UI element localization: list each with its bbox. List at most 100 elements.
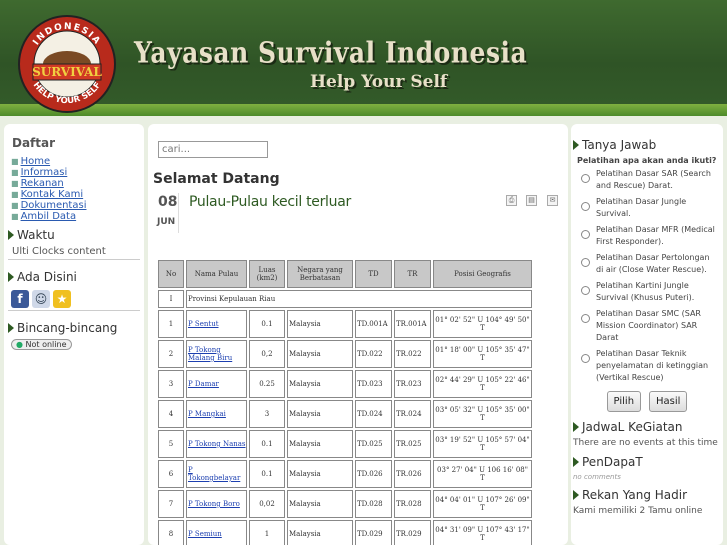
island-link[interactable]: P Tokongbelayar <box>188 466 240 482</box>
star-icon[interactable]: ★ <box>53 290 71 308</box>
cell-td: TD.001A <box>355 310 392 338</box>
chat-status-badge[interactable]: ● Not online <box>11 339 72 350</box>
table-row: 2 P Tokong Malang Biru 0,2 Malaysia TD.0… <box>158 340 532 368</box>
results-button[interactable]: Hasil <box>649 391 688 412</box>
bullet-icon: ■ <box>11 212 19 221</box>
search-input[interactable] <box>158 141 268 158</box>
cell-luas: 0.1 <box>249 430 285 458</box>
poll-option[interactable]: Pelatihan Dasar MFR (Medical First Respo… <box>571 223 723 251</box>
island-link[interactable]: P Mangkai <box>188 410 226 418</box>
cell-luas: 0.1 <box>249 460 285 488</box>
waktu-heading: Waktu <box>4 228 144 242</box>
site-logo[interactable]: INDONESIA HELP YOUR SELF SURVIVAL <box>18 14 116 114</box>
article-title[interactable]: Pulau-Pulau kecil terluar <box>189 194 351 210</box>
triangle-icon <box>8 323 14 333</box>
radio-button[interactable] <box>581 174 590 183</box>
cell-luas: 0,2 <box>249 340 285 368</box>
smiley-icon[interactable]: ☺ <box>32 290 50 308</box>
cell-pos: 02° 44' 29" U 105° 22' 46" T <box>433 370 532 398</box>
col-header: TD <box>355 260 392 288</box>
cell-negara: Malaysia <box>287 460 353 488</box>
menu-link[interactable]: Home <box>21 156 51 167</box>
triangle-icon <box>573 490 579 500</box>
menu-link[interactable]: Kontak Kami <box>21 189 84 200</box>
poll-option[interactable]: Pelatihan Dasar Teknik penyelamatan di k… <box>571 347 723 387</box>
menu-item-informasi[interactable]: ■ Informasi <box>11 167 144 178</box>
menu-item-home[interactable]: ■ Home <box>11 156 144 167</box>
island-link[interactable]: P Sentut <box>188 320 219 328</box>
radio-button[interactable] <box>581 314 590 323</box>
islands-table: No Nama Pulau Luas (km2) Negara yang Ber… <box>156 258 534 545</box>
date-divider <box>178 193 179 233</box>
island-link[interactable]: P Tokong Nanas <box>188 440 246 448</box>
jadwal-heading: JadwaL KeGiatan <box>571 420 723 434</box>
menu-link[interactable]: Rekanan <box>21 178 64 189</box>
cell-td: TD.024 <box>355 400 392 428</box>
cell-luas: 0.1 <box>249 310 285 338</box>
right-sidebar: Tanya Jawab Pelatihan apa akan anda ikut… <box>571 124 723 545</box>
divider <box>8 259 140 260</box>
poll-option-label: Pelatihan Dasar Jungle Survival. <box>596 197 687 218</box>
radio-button[interactable] <box>581 354 590 363</box>
triangle-icon <box>8 230 14 240</box>
pdf-icon[interactable]: ⎙ <box>506 195 517 206</box>
poll-option[interactable]: Pelatihan Dasar SMC (SAR Mission Coordin… <box>571 307 723 347</box>
cell-tr: TR.026 <box>394 460 431 488</box>
table-row: 6 P Tokongbelayar 0.1 Malaysia TD.026 TR… <box>158 460 532 488</box>
island-link[interactable]: P Damar <box>188 380 219 388</box>
tanya-title: Tanya Jawab <box>582 138 657 152</box>
cell-td: TD.025 <box>355 430 392 458</box>
poll-option[interactable]: Pelatihan Dasar SAR (Search and Rescue) … <box>571 167 723 195</box>
triangle-icon <box>8 272 14 282</box>
social-icons: f ☺ ★ <box>4 284 144 308</box>
cell-td: TD.023 <box>355 370 392 398</box>
poll-option[interactable]: Pelatihan Kartini Jungle Survival (Khusu… <box>571 279 723 307</box>
vote-button[interactable]: Pilih <box>606 391 642 412</box>
col-header: Luas (km2) <box>249 260 285 288</box>
radio-button[interactable] <box>581 258 590 267</box>
poll-buttons: Pilih Hasil <box>571 391 723 412</box>
rekan-title: Rekan Yang Hadir <box>582 488 688 502</box>
divider <box>8 310 140 311</box>
col-header: Negara yang Berbatasan <box>287 260 353 288</box>
site-title: Yayasan Survival Indonesia <box>134 36 528 70</box>
cell-no: 5 <box>158 430 184 458</box>
triangle-icon <box>573 140 579 150</box>
status-dot-icon: ● <box>16 340 23 349</box>
menu-link[interactable]: Dokumentasi <box>21 200 87 211</box>
menu-item-ambil-data[interactable]: ■ Ambil Data <box>11 211 144 222</box>
email-icon[interactable]: ✉ <box>547 195 558 206</box>
cell-no: 8 <box>158 520 184 545</box>
island-link[interactable]: P Tokong Boro <box>188 500 240 508</box>
cell-luas: 0.25 <box>249 370 285 398</box>
triangle-icon <box>573 457 579 467</box>
island-link[interactable]: P Semiun <box>188 530 222 538</box>
cell-td: TD.029 <box>355 520 392 545</box>
table-row: 1 P Sentut 0.1 Malaysia TD.001A TR.001A … <box>158 310 532 338</box>
cell-td: TD.028 <box>355 490 392 518</box>
cell-negara: Malaysia <box>287 370 353 398</box>
cell-tr: TR.023 <box>394 370 431 398</box>
col-header: Posisi Geografis <box>433 260 532 288</box>
poll-option[interactable]: Pelatihan Dasar Jungle Survival. <box>571 195 723 223</box>
cell-pos: 01° 02' 52" U 104° 49' 50" T <box>433 310 532 338</box>
menu-item-dokumentasi[interactable]: ■ Dokumentasi <box>11 200 144 211</box>
left-sidebar: Daftar ■ Home ■ Informasi ■ Rekanan ■ Kontak… <box>4 124 144 545</box>
poll-option[interactable]: Pelatihan Dasar Pertolongan di air (Clos… <box>571 251 723 279</box>
menu-item-kontak[interactable]: ■ Kontak Kami <box>11 189 144 200</box>
radio-button[interactable] <box>581 286 590 295</box>
print-icon[interactable]: ▤ <box>526 195 537 206</box>
menu-link[interactable]: Ambil Data <box>21 211 77 222</box>
cell-pos: 01° 18' 00" U 105° 35' 47" T <box>433 340 532 368</box>
cell-tr: TR.001A <box>394 310 431 338</box>
facebook-icon[interactable]: f <box>11 290 29 308</box>
radio-button[interactable] <box>581 202 590 211</box>
cell-no: 6 <box>158 460 184 488</box>
cell-pos: 03° 19' 52" U 105° 57' 04" T <box>433 430 532 458</box>
triangle-icon <box>573 422 579 432</box>
radio-button[interactable] <box>581 230 590 239</box>
article-date-day: 08 <box>158 194 178 210</box>
island-link[interactable]: P Tokong Malang Biru <box>188 346 232 362</box>
menu-item-rekanan[interactable]: ■ Rekanan <box>11 178 144 189</box>
menu-link[interactable]: Informasi <box>21 167 68 178</box>
